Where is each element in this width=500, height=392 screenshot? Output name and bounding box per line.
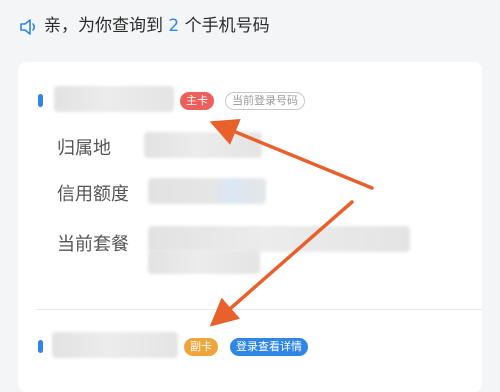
phone-number-masked: [54, 86, 174, 112]
result-header: 亲，为你查询到 2 个手机号码: [0, 0, 500, 52]
numbers-card: 主卡 当前登录号码 归属地 信用额度 当前套餐 副卡 登录查看详情: [18, 62, 482, 392]
divider: [36, 309, 482, 310]
plan-value-masked-line2: [148, 250, 260, 274]
secondary-card-tag: 副卡: [184, 338, 218, 356]
region-label: 归属地: [57, 138, 111, 159]
phone-number-masked: [52, 332, 178, 358]
login-view-details-button[interactable]: 登录查看详情: [230, 338, 308, 356]
primary-card-tag: 主卡: [180, 92, 214, 110]
speaker-icon: [20, 19, 36, 35]
plan-value-masked: [148, 226, 410, 252]
number-count: 2: [168, 16, 180, 36]
summary-suffix: 个手机号码: [184, 16, 270, 36]
credit-label: 信用额度: [57, 184, 129, 205]
credit-value-masked: [148, 178, 266, 204]
summary-prefix: 亲，为你查询到: [44, 16, 163, 36]
plan-label: 当前套餐: [57, 234, 129, 255]
section-marker: [38, 94, 43, 107]
result-summary: 亲，为你查询到 2 个手机号码: [44, 14, 270, 38]
region-value-masked: [144, 132, 262, 158]
section-marker: [38, 340, 43, 353]
current-login-tag: 当前登录号码: [225, 92, 305, 110]
